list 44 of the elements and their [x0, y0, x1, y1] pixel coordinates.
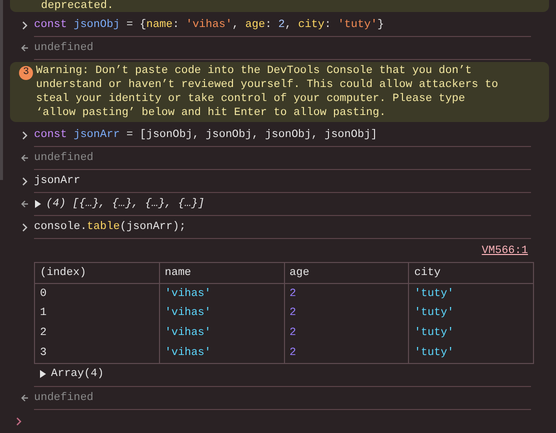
table-cell: 'vihas'	[159, 284, 284, 304]
result-arrow-icon	[21, 200, 29, 208]
result-value: undefined	[34, 40, 94, 56]
table-cell: 2	[284, 284, 409, 304]
table-cell: 'vihas'	[159, 344, 284, 364]
column-header[interactable]: age	[284, 262, 409, 284]
array-summary[interactable]: Array(4)	[51, 366, 104, 382]
table-cell: 'vihas'	[159, 324, 284, 344]
result-value: undefined	[34, 150, 94, 166]
console-input-line: const jsonArr = [jsonObj, jsonObj, jsonObj, jsonObj]	[34, 128, 378, 143]
prompt-chevron-icon	[22, 20, 28, 30]
table-cell: 2	[284, 344, 409, 364]
table-cell: 2	[284, 304, 409, 324]
collapsed-triangle-icon[interactable]	[39, 370, 46, 378]
column-header[interactable]: city	[408, 262, 534, 284]
prompt-chevron-icon	[22, 222, 28, 232]
table-cell: 'tuty'	[408, 344, 534, 364]
warning-count-badge: 3	[19, 66, 33, 80]
result-arrow-icon	[21, 154, 29, 162]
console-input-line: const jsonObj = {name: 'vihas', age: 2, city: 'tuty'}	[34, 18, 384, 33]
table-cell: 'tuty'	[408, 324, 534, 344]
collapsed-triangle-icon[interactable]	[34, 200, 41, 208]
column-header[interactable]: name	[159, 262, 284, 284]
array-preview[interactable]: (4) [{…}, {…}, {…}, {…}]	[46, 196, 204, 212]
table-cell: 3	[34, 344, 160, 364]
prompt-chevron-icon	[16, 416, 22, 426]
source-link[interactable]: VM566:1	[482, 242, 528, 259]
table-cell: 'vihas'	[159, 304, 284, 324]
table-cell: 2	[284, 324, 409, 344]
column-header[interactable]: (index)	[34, 262, 160, 284]
console-input-line: console.table(jsonArr);	[34, 220, 186, 235]
table-cell: 'tuty'	[408, 284, 534, 304]
table-cell: 0	[34, 284, 160, 304]
warning-text: Warning: Don’t paste code into the DevTools Console that you don’t understand or haven’t reviewed yourself. This could allow attackers to steal your identity or take control of your computer. Please type ‘allow pasting’ below and hit Enter to allow pasting.	[36, 64, 500, 120]
table-cell: 1	[34, 304, 160, 324]
table-cell: 2	[34, 324, 160, 344]
console-input-line: jsonArr	[34, 174, 80, 189]
result-value: undefined	[34, 390, 94, 406]
warning-text: deprecated.	[41, 1, 114, 12]
result-arrow-icon	[21, 394, 29, 402]
prompt-chevron-icon	[22, 130, 28, 140]
prompt-chevron-icon	[22, 176, 28, 186]
result-arrow-icon	[21, 44, 29, 52]
table-cell: 'tuty'	[408, 304, 534, 324]
